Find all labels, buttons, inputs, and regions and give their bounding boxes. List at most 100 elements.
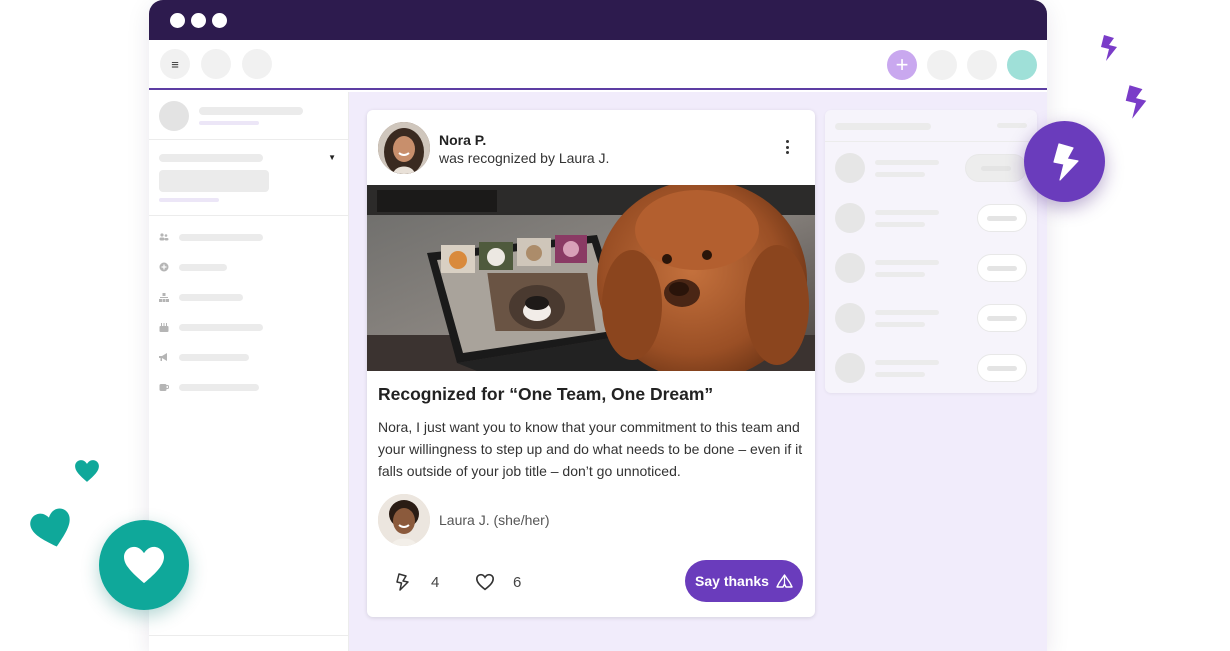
avatar-placeholder [835,203,865,233]
lightning-decoration-icon [1101,35,1117,61]
sidebar-item[interactable] [149,372,348,402]
post-actions: 4 6 Say thanks [367,560,815,610]
skeleton-line [875,272,925,277]
poster-avatar[interactable] [378,122,430,174]
panel-row-button[interactable] [965,154,1027,182]
nav-placeholder-button[interactable] [242,49,272,79]
window-control-close[interactable] [170,12,185,28]
skeleton-line [875,372,925,377]
panel-row-button[interactable] [977,204,1027,232]
menu-button[interactable]: ≡ [160,49,190,79]
panel-row [825,292,1037,342]
nav-placeholder-button[interactable] [967,50,997,80]
skeleton-line [875,322,925,327]
skeleton-line [179,353,249,361]
avatar-placeholder [835,253,865,283]
sidebar-item[interactable] [149,342,348,372]
sidebar-workspace-selector[interactable]: ▼ [149,140,348,216]
panel-row-button[interactable] [977,304,1027,332]
skeleton-line [179,323,263,331]
like-button[interactable]: 6 [475,573,521,591]
heart-icon [475,573,495,591]
author-name[interactable]: Laura J. (she/her) [439,512,550,528]
like-badge [99,520,189,610]
avatar-placeholder [159,100,189,131]
org-chart-icon [159,292,169,302]
panel-row [825,142,1037,192]
avatar-placeholder [835,353,865,383]
nav-placeholder-button[interactable] [927,50,957,80]
skeleton-line [835,123,931,130]
skeleton-line [875,160,939,165]
heart-decoration-icon [30,508,70,547]
app-window: ≡ + ▼ Nora P. was recognized by Laura J.… [149,0,1047,651]
lightning-icon [1052,142,1079,181]
heart-icon [124,546,164,584]
caret-down-icon: ▼ [328,153,336,162]
skeleton-line [179,233,263,241]
hands-icon [776,574,793,588]
panel-row [825,242,1037,292]
nav-placeholder-button[interactable] [201,49,231,79]
say-thanks-button[interactable]: Say thanks [685,560,803,602]
like-count: 6 [513,573,522,591]
suggestions-panel [825,110,1037,393]
recognition-title: Recognized for “One Team, One Dream” [378,384,714,404]
panel-row [825,342,1037,392]
cake-icon [159,322,169,332]
people-icon [159,232,169,242]
skeleton-line [179,263,227,271]
post-image [367,185,815,371]
top-navigation-bar: ≡ + [149,40,1047,90]
hamburger-icon: ≡ [171,56,179,72]
skeleton-line [875,210,939,215]
sidebar-item[interactable] [149,282,348,312]
boost-button[interactable]: 4 [394,573,439,591]
skeleton-line [875,172,925,177]
window-control-maximize[interactable] [212,12,227,28]
more-vertical-icon [785,140,789,143]
poster-name[interactable]: Nora P. [439,132,486,148]
stage: ≡ + ▼ Nora P. was recognized by Laura J.… [0,0,1230,651]
post-header: Nora P. was recognized by Laura J. [367,110,815,185]
panel-header [825,110,1037,142]
add-circle-icon [159,262,169,272]
sidebar-profile[interactable] [149,92,348,140]
more-options-button[interactable] [782,140,792,154]
recognition-message: Nora, I just want you to know that your … [378,419,803,479]
lightning-icon [396,573,409,591]
say-thanks-label: Say thanks [695,573,769,589]
skeleton-line [199,106,303,115]
skeleton-line [875,222,925,227]
avatar-placeholder [835,303,865,333]
sidebar-item[interactable] [149,312,348,342]
sidebar-nav [149,216,348,402]
skeleton-line [199,120,259,125]
boost-count: 4 [431,573,440,591]
skeleton-line [179,383,259,391]
skeleton-line [875,310,939,315]
create-button[interactable]: + [887,50,917,80]
panel-row-button[interactable] [977,254,1027,282]
skeleton-line [159,198,219,202]
panel-row [825,192,1037,242]
sidebar-item[interactable] [149,252,348,282]
window-titlebar [149,0,1047,40]
panel-row-button[interactable] [977,354,1027,382]
main-content: Nora P. was recognized by Laura J. Recog… [349,92,1047,651]
author-avatar[interactable] [378,494,430,546]
coffee-icon [159,382,169,392]
window-control-minimize[interactable] [191,12,206,28]
avatar-placeholder [835,153,865,183]
boost-badge [1024,121,1105,202]
recognition-post-card: Nora P. was recognized by Laura J. Recog… [367,110,815,617]
sidebar-item[interactable] [149,222,348,252]
skeleton-line [875,360,939,365]
video-call-dogs-photo [367,185,815,371]
megaphone-icon [159,352,169,362]
user-avatar-button[interactable] [1007,50,1037,80]
lightning-decoration-icon [1125,85,1147,119]
skeleton-block [159,170,269,192]
sidebar-footer-divider [149,635,348,636]
skeleton-line [875,260,939,265]
